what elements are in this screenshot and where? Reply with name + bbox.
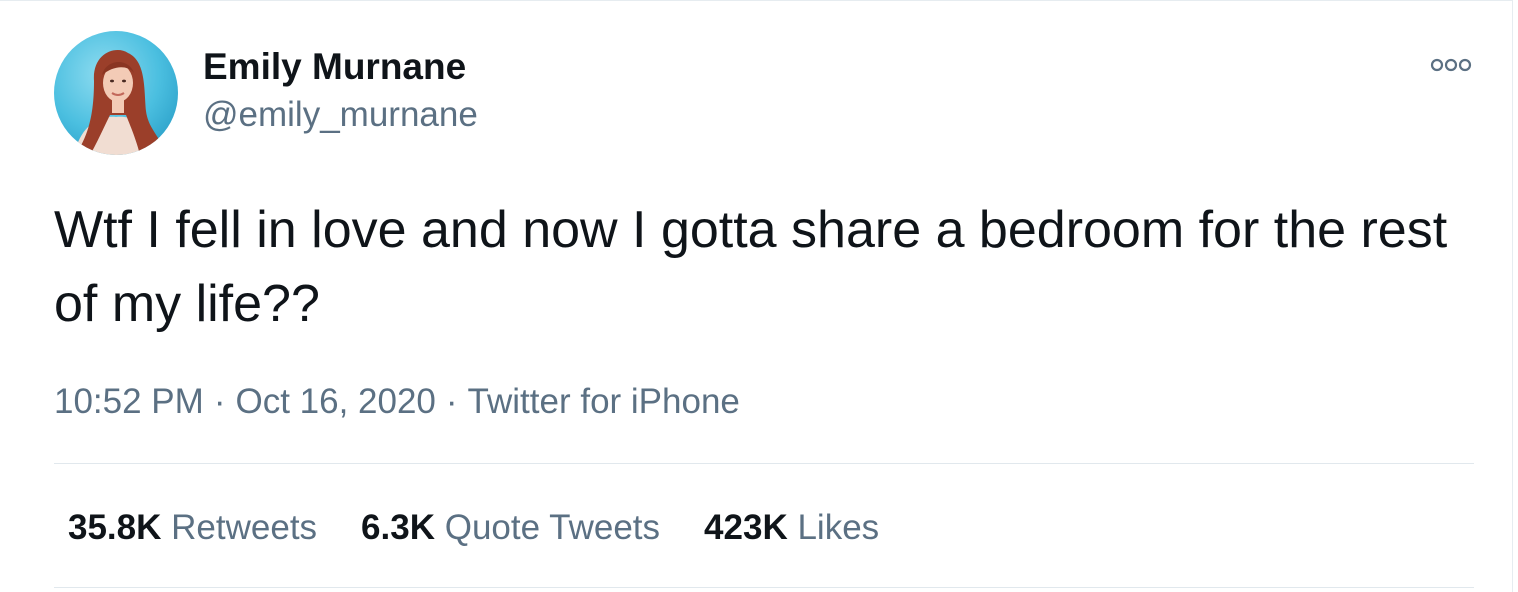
quote-tweets-label: Quote Tweets bbox=[444, 508, 661, 547]
tweet-meta: 10:52 PM · Oct 16, 2020 · Twitter for iPhone bbox=[54, 379, 740, 425]
quote-tweets-count: 6.3K bbox=[361, 508, 435, 547]
author-handle[interactable]: @emily_murnane bbox=[203, 93, 478, 137]
tweet-date[interactable]: Oct 16, 2020 bbox=[235, 382, 435, 421]
tweet-text: Wtf I fell in love and now I gotta share… bbox=[54, 201, 1448, 333]
divider bbox=[54, 463, 1474, 464]
likes-label: Likes bbox=[797, 508, 880, 547]
avatar-image bbox=[54, 31, 178, 155]
retweets-stat[interactable]: 35.8K Retweets bbox=[68, 505, 317, 551]
tweet-time[interactable]: 10:52 PM bbox=[54, 382, 204, 421]
meta-separator: · bbox=[445, 382, 458, 421]
tweet-source[interactable]: Twitter for iPhone bbox=[468, 382, 740, 421]
tweet-card: Emily Murnane @emily_murnane Wtf I fell … bbox=[0, 0, 1513, 592]
avatar[interactable] bbox=[54, 31, 178, 155]
retweets-label: Retweets bbox=[171, 508, 318, 547]
quote-tweets-stat[interactable]: 6.3K Quote Tweets bbox=[361, 505, 660, 551]
tweet-stats: 35.8K Retweets 6.3K Quote Tweets 423K Like… bbox=[68, 505, 923, 551]
more-options-button[interactable] bbox=[1424, 49, 1478, 81]
retweets-count: 35.8K bbox=[68, 508, 162, 547]
likes-stat[interactable]: 423K Likes bbox=[704, 505, 879, 551]
divider bbox=[54, 587, 1474, 588]
author-display-name[interactable]: Emily Murnane bbox=[203, 45, 466, 89]
meta-separator: · bbox=[213, 382, 226, 421]
likes-count: 423K bbox=[704, 508, 788, 547]
more-horizontal-icon bbox=[1430, 58, 1472, 72]
